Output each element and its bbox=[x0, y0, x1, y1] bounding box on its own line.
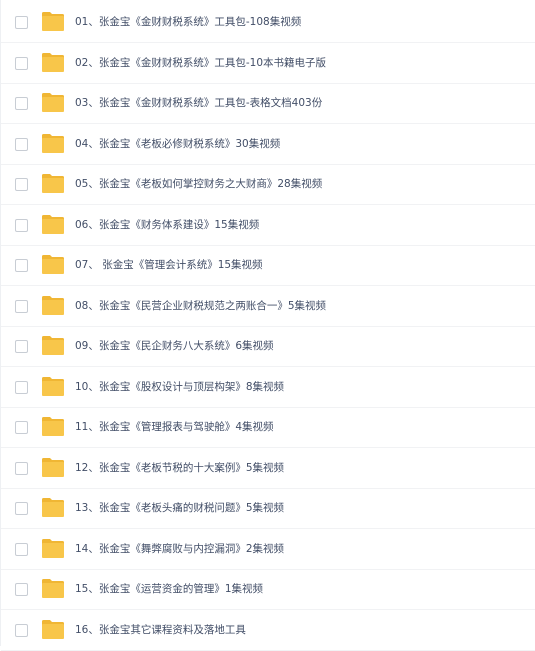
file-row[interactable]: 11、张金宝《管理报表与驾驶舱》4集视频 bbox=[1, 408, 535, 448]
row-checkbox[interactable] bbox=[15, 502, 28, 515]
folder-icon bbox=[41, 578, 65, 599]
file-row[interactable]: 12、张金宝《老板节税的十大案例》5集视频 bbox=[1, 449, 535, 489]
file-name[interactable]: 07、 张金宝《管理会计系统》15集视频 bbox=[75, 246, 263, 285]
folder-icon bbox=[41, 335, 65, 356]
row-checkbox[interactable] bbox=[15, 259, 28, 272]
folder-icon bbox=[41, 416, 65, 437]
file-name[interactable]: 15、张金宝《运营资金的管理》1集视频 bbox=[75, 570, 263, 609]
file-name[interactable]: 05、张金宝《老板如何掌控财务之大财商》28集视频 bbox=[75, 165, 322, 204]
file-name[interactable]: 12、张金宝《老板节税的十大案例》5集视频 bbox=[75, 449, 284, 488]
row-checkbox[interactable] bbox=[15, 138, 28, 151]
row-checkbox[interactable] bbox=[15, 381, 28, 394]
folder-icon bbox=[41, 52, 65, 73]
file-row[interactable]: 13、张金宝《老板头痛的财税问题》5集视频 bbox=[1, 489, 535, 529]
row-checkbox[interactable] bbox=[15, 300, 28, 313]
file-name[interactable]: 10、张金宝《股权设计与顶层构架》8集视频 bbox=[75, 368, 284, 407]
file-row[interactable]: 07、 张金宝《管理会计系统》15集视频 bbox=[1, 246, 535, 286]
folder-icon bbox=[41, 214, 65, 235]
row-checkbox[interactable] bbox=[15, 57, 28, 70]
file-row[interactable]: 14、张金宝《舞弊腐败与内控漏洞》2集视频 bbox=[1, 530, 535, 570]
file-row[interactable]: 06、张金宝《财务体系建设》15集视频 bbox=[1, 206, 535, 246]
row-checkbox[interactable] bbox=[15, 97, 28, 110]
file-row[interactable]: 02、张金宝《金财财税系统》工具包-10本书籍电子版 bbox=[1, 44, 535, 84]
folder-icon bbox=[41, 11, 65, 32]
folder-icon bbox=[41, 457, 65, 478]
file-row[interactable]: 01、张金宝《金财财税系统》工具包-108集视频 bbox=[1, 3, 535, 43]
row-checkbox[interactable] bbox=[15, 583, 28, 596]
file-name[interactable]: 08、张金宝《民营企业财税规范之两账合一》5集视频 bbox=[75, 287, 326, 326]
file-row[interactable]: 16、张金宝其它课程资料及落地工具 bbox=[1, 611, 535, 651]
row-checkbox[interactable] bbox=[15, 543, 28, 556]
file-row[interactable]: 05、张金宝《老板如何掌控财务之大财商》28集视频 bbox=[1, 165, 535, 205]
folder-icon bbox=[41, 173, 65, 194]
folder-icon bbox=[41, 254, 65, 275]
file-name[interactable]: 09、张金宝《民企财务八大系统》6集视频 bbox=[75, 327, 274, 366]
row-checkbox[interactable] bbox=[15, 421, 28, 434]
row-checkbox[interactable] bbox=[15, 462, 28, 475]
file-name[interactable]: 16、张金宝其它课程资料及落地工具 bbox=[75, 611, 246, 650]
file-row[interactable]: 04、张金宝《老板必修财税系统》30集视频 bbox=[1, 125, 535, 165]
folder-icon bbox=[41, 133, 65, 154]
file-name[interactable]: 03、张金宝《金财财税系统》工具包-表格文档403份 bbox=[75, 84, 322, 123]
folder-icon bbox=[41, 538, 65, 559]
file-name[interactable]: 06、张金宝《财务体系建设》15集视频 bbox=[75, 206, 259, 245]
folder-icon bbox=[41, 619, 65, 640]
file-name[interactable]: 13、张金宝《老板头痛的财税问题》5集视频 bbox=[75, 489, 284, 528]
file-name[interactable]: 14、张金宝《舞弊腐败与内控漏洞》2集视频 bbox=[75, 530, 284, 569]
file-name[interactable]: 11、张金宝《管理报表与驾驶舱》4集视频 bbox=[75, 408, 274, 447]
row-checkbox[interactable] bbox=[15, 178, 28, 191]
folder-icon bbox=[41, 92, 65, 113]
file-list: 01、张金宝《金财财税系统》工具包-108集视频 02、张金宝《金财财税系统》工… bbox=[0, 0, 535, 651]
row-checkbox[interactable] bbox=[15, 624, 28, 637]
file-row[interactable]: 09、张金宝《民企财务八大系统》6集视频 bbox=[1, 327, 535, 367]
file-row[interactable]: 08、张金宝《民营企业财税规范之两账合一》5集视频 bbox=[1, 287, 535, 327]
row-checkbox[interactable] bbox=[15, 340, 28, 353]
folder-icon bbox=[41, 497, 65, 518]
folder-icon bbox=[41, 376, 65, 397]
folder-icon bbox=[41, 295, 65, 316]
row-checkbox[interactable] bbox=[15, 219, 28, 232]
file-row[interactable]: 03、张金宝《金财财税系统》工具包-表格文档403份 bbox=[1, 84, 535, 124]
file-name[interactable]: 02、张金宝《金财财税系统》工具包-10本书籍电子版 bbox=[75, 44, 326, 83]
file-row[interactable]: 10、张金宝《股权设计与顶层构架》8集视频 bbox=[1, 368, 535, 408]
file-name[interactable]: 04、张金宝《老板必修财税系统》30集视频 bbox=[75, 125, 280, 164]
row-checkbox[interactable] bbox=[15, 16, 28, 29]
file-name[interactable]: 01、张金宝《金财财税系统》工具包-108集视频 bbox=[75, 3, 301, 42]
file-row[interactable]: 15、张金宝《运营资金的管理》1集视频 bbox=[1, 570, 535, 610]
